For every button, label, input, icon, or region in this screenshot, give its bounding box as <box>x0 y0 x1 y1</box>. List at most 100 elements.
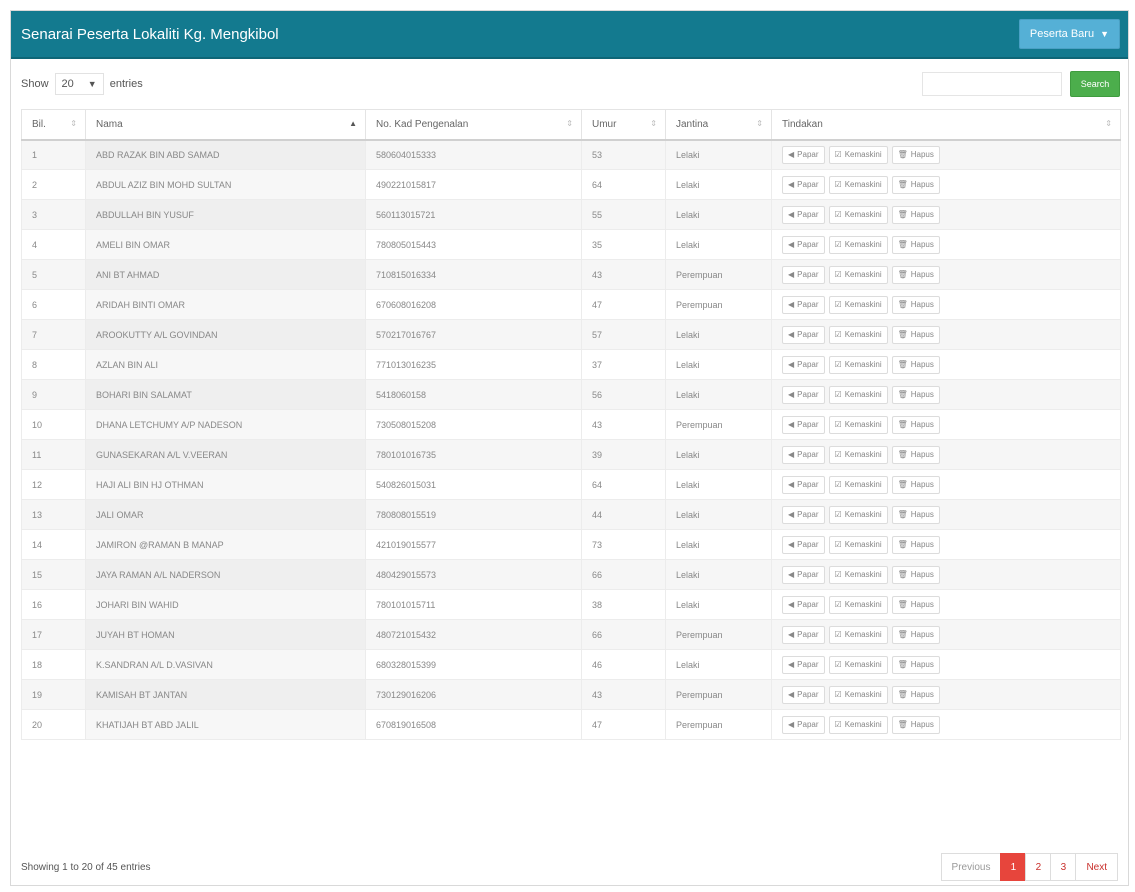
edit-icon: ☑ <box>834 450 842 459</box>
search-button[interactable]: Search <box>1070 71 1120 97</box>
trash-icon: 🗑 <box>897 690 908 699</box>
hapus-button[interactable]: 🗑 Hapus <box>891 265 940 284</box>
papar-button[interactable]: ◀ Papar <box>782 535 825 554</box>
kemaskini-button[interactable]: ☑ Kemaskini <box>828 595 888 614</box>
hapus-button[interactable]: 🗑 Hapus <box>891 415 940 434</box>
col-bil-header[interactable]: Bil. ⇕ <box>21 109 86 141</box>
kemaskini-button[interactable]: ☑ Kemaskini <box>828 505 888 524</box>
search-input[interactable] <box>922 72 1062 96</box>
row-actions: ◀ Papar ☑ Kemaskini 🗑 Hapus <box>782 625 1110 644</box>
hapus-button[interactable]: 🗑 Hapus <box>891 595 940 614</box>
page-size-value: 20 <box>61 78 74 90</box>
papar-button[interactable]: ◀ Papar <box>782 565 825 584</box>
cell-nama: ANI BT AHMAD <box>85 259 366 290</box>
kemaskini-button[interactable]: ☑ Kemaskini <box>828 175 888 194</box>
previous-page-button[interactable]: Previous <box>940 853 1002 881</box>
kemaskini-button[interactable]: ☑ Kemaskini <box>828 445 888 464</box>
eye-icon: ◀ <box>788 420 795 429</box>
kemaskini-button[interactable]: ☑ Kemaskini <box>828 625 888 644</box>
cell-bil: 13 <box>21 499 86 530</box>
kemaskini-button[interactable]: ☑ Kemaskini <box>828 325 888 344</box>
page-button[interactable]: 3 <box>1050 853 1077 881</box>
hapus-button[interactable]: 🗑 Hapus <box>891 685 940 704</box>
hapus-button[interactable]: 🗑 Hapus <box>891 205 940 224</box>
papar-button[interactable]: ◀ Papar <box>782 475 825 494</box>
papar-button[interactable]: ◀ Papar <box>782 205 825 224</box>
hapus-button[interactable]: 🗑 Hapus <box>891 355 940 374</box>
hapus-button[interactable]: 🗑 Hapus <box>891 445 940 464</box>
page-button[interactable]: 1 <box>1000 853 1027 881</box>
table-row: 14 JAMIRON @RAMAN B MANAP 421019015577 73 Le… <box>21 529 1121 560</box>
hapus-button[interactable]: 🗑 Hapus <box>891 385 940 404</box>
hapus-button[interactable]: 🗑 Hapus <box>891 505 940 524</box>
eye-icon: ◀ <box>788 690 795 699</box>
hapus-button[interactable]: 🗑 Hapus <box>891 715 940 734</box>
papar-button[interactable]: ◀ Papar <box>782 685 825 704</box>
hapus-button[interactable]: 🗑 Hapus <box>891 655 940 674</box>
papar-button[interactable]: ◀ Papar <box>782 655 825 674</box>
papar-button[interactable]: ◀ Papar <box>782 355 825 374</box>
cell-jantina: Lelaki <box>665 529 772 560</box>
kemaskini-button[interactable]: ☑ Kemaskini <box>828 685 888 704</box>
kemaskini-button[interactable]: ☑ Kemaskini <box>828 415 888 434</box>
papar-button[interactable]: ◀ Papar <box>782 175 825 194</box>
row-actions: ◀ Papar ☑ Kemaskini 🗑 Hapus <box>782 595 1110 614</box>
kemaskini-button[interactable]: ☑ Kemaskini <box>828 535 888 554</box>
papar-button[interactable]: ◀ Papar <box>782 625 825 644</box>
page-button[interactable]: 2 <box>1025 853 1052 881</box>
hapus-button[interactable]: 🗑 Hapus <box>891 535 940 554</box>
papar-button[interactable]: ◀ Papar <box>782 445 825 464</box>
hapus-button[interactable]: 🗑 Hapus <box>891 475 940 494</box>
table-footer: Showing 1 to 20 of 45 entries Previous 1 2… <box>21 853 1118 881</box>
papar-button[interactable]: ◀ Papar <box>782 415 825 434</box>
col-jantina-label: Jantina <box>676 118 709 130</box>
kemaskini-button[interactable]: ☑ Kemaskini <box>828 565 888 584</box>
papar-button[interactable]: ◀ Papar <box>782 265 825 284</box>
kemaskini-button[interactable]: ☑ Kemaskini <box>828 295 888 314</box>
kemaskini-button[interactable]: ☑ Kemaskini <box>828 265 888 284</box>
eye-icon: ◀ <box>788 390 795 399</box>
hapus-button-label: Hapus <box>910 480 934 489</box>
kemaskini-button[interactable]: ☑ Kemaskini <box>828 235 888 254</box>
hapus-button[interactable]: 🗑 Hapus <box>891 625 940 644</box>
peserta-baru-button[interactable]: Peserta Baru ▼ <box>1018 19 1120 49</box>
hapus-button[interactable]: 🗑 Hapus <box>891 325 940 344</box>
kemaskini-button[interactable]: ☑ Kemaskini <box>828 475 888 494</box>
cell-nama: KHATIJAH BT ABD JALIL <box>85 709 366 740</box>
kemaskini-button[interactable]: ☑ Kemaskini <box>828 385 888 404</box>
papar-button[interactable]: ◀ Papar <box>782 235 825 254</box>
col-tindakan-header[interactable]: Tindakan ⇕ <box>771 109 1121 141</box>
kemaskini-button[interactable]: ☑ Kemaskini <box>828 355 888 374</box>
hapus-button[interactable]: 🗑 Hapus <box>891 565 940 584</box>
papar-button[interactable]: ◀ Papar <box>782 715 825 734</box>
col-umur-header[interactable]: Umur ⇕ <box>581 109 666 141</box>
edit-icon: ☑ <box>834 360 842 369</box>
row-actions: ◀ Papar ☑ Kemaskini 🗑 Hapus <box>782 445 1110 464</box>
eye-icon: ◀ <box>788 270 795 279</box>
col-nama-header[interactable]: Nama ▲ <box>85 109 366 141</box>
hapus-button[interactable]: 🗑 Hapus <box>891 145 940 164</box>
kemaskini-button[interactable]: ☑ Kemaskini <box>828 145 888 164</box>
hapus-button[interactable]: 🗑 Hapus <box>891 175 940 194</box>
papar-button[interactable]: ◀ Papar <box>782 385 825 404</box>
papar-button[interactable]: ◀ Papar <box>782 595 825 614</box>
kemaskini-button-label: Kemaskini <box>844 600 882 609</box>
hapus-button[interactable]: 🗑 Hapus <box>891 295 940 314</box>
cell-umur: 43 <box>581 409 666 440</box>
papar-button[interactable]: ◀ Papar <box>782 505 825 524</box>
kemaskini-button[interactable]: ☑ Kemaskini <box>828 715 888 734</box>
cell-ic: 780808015519 <box>365 499 582 530</box>
page-size-select[interactable]: 20 ▼ <box>54 73 104 95</box>
col-jantina-header[interactable]: Jantina ⇕ <box>665 109 772 141</box>
row-actions: ◀ Papar ☑ Kemaskini 🗑 Hapus <box>782 145 1110 164</box>
kemaskini-button[interactable]: ☑ Kemaskini <box>828 205 888 224</box>
papar-button[interactable]: ◀ Papar <box>782 325 825 344</box>
kemaskini-button[interactable]: ☑ Kemaskini <box>828 655 888 674</box>
papar-button[interactable]: ◀ Papar <box>782 145 825 164</box>
eye-icon: ◀ <box>788 510 795 519</box>
kemaskini-button-label: Kemaskini <box>844 180 882 189</box>
hapus-button[interactable]: 🗑 Hapus <box>891 235 940 254</box>
col-ic-header[interactable]: No. Kad Pengenalan ⇕ <box>365 109 582 141</box>
papar-button[interactable]: ◀ Papar <box>782 295 825 314</box>
next-page-button[interactable]: Next <box>1075 853 1118 881</box>
